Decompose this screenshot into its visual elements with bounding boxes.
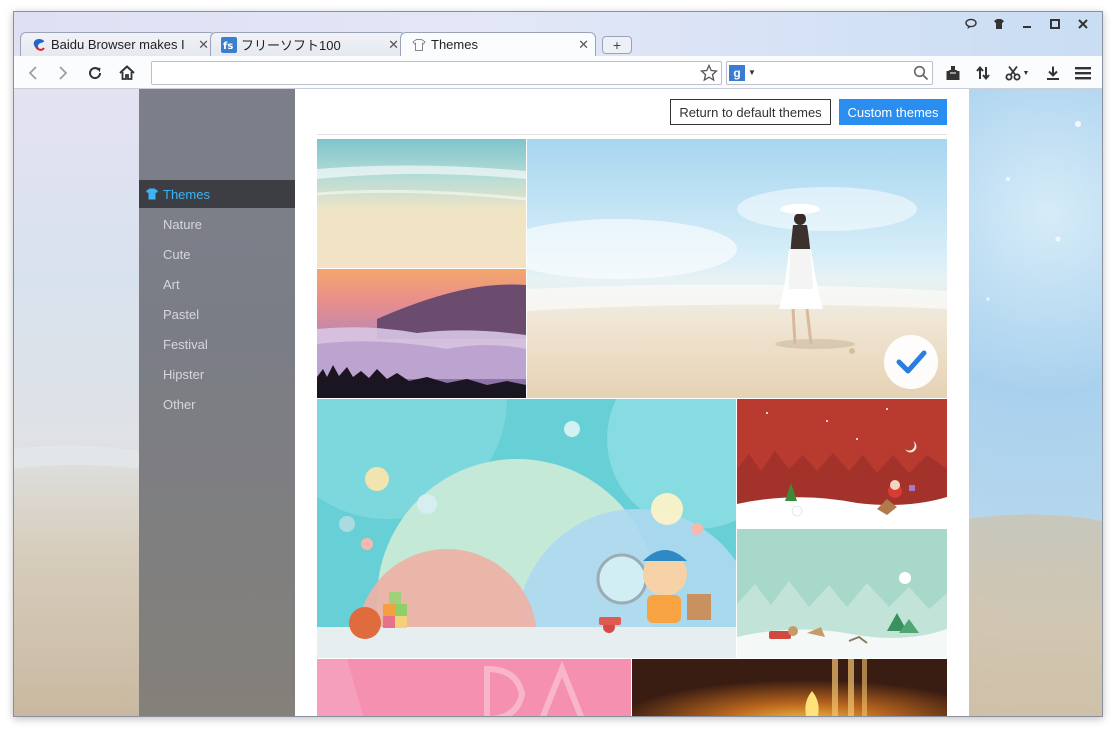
sidebar-item-label: Pastel — [163, 306, 200, 322]
forward-icon[interactable] — [52, 62, 74, 84]
fs-icon: fs — [221, 36, 237, 53]
tab-strip: Baidu Browser makes I ✕ fs フリーソフト100 ✕ T… — [20, 32, 632, 56]
theme-thumbnail-pink-love[interactable] — [317, 659, 631, 716]
tab-title: Themes — [431, 37, 478, 52]
address-bar[interactable] — [151, 61, 722, 85]
theme-thumbnail-girl-beach-selected[interactable] — [527, 139, 947, 398]
home-icon[interactable] — [116, 62, 138, 84]
sidebar-item-nature[interactable]: Nature — [139, 210, 295, 238]
download-icon[interactable] — [1042, 62, 1064, 84]
page-content: Themes Nature Cute Art Pastel Festival H… — [14, 89, 1102, 716]
reload-icon[interactable] — [84, 62, 106, 84]
sidebar-item-label: Art — [163, 276, 180, 292]
sidebar-item-art[interactable]: Art — [139, 270, 295, 298]
menu-icon[interactable] — [1072, 62, 1094, 84]
sidebar-item-label: Hipster — [163, 366, 205, 382]
minimize-icon[interactable] — [1016, 16, 1038, 32]
sidebar-item-festival[interactable]: Festival — [139, 330, 295, 358]
return-default-themes-button[interactable]: Return to default themes — [670, 99, 831, 125]
theme-thumbnail-lantern-glow[interactable] — [632, 659, 947, 716]
bookmark-star-icon[interactable] — [699, 63, 719, 82]
feedback-icon[interactable] — [960, 16, 982, 32]
theme-thumbnail-christmas-red[interactable] — [737, 399, 947, 528]
baidu-icon — [31, 37, 47, 53]
back-icon[interactable] — [22, 62, 44, 84]
toolbar: g ▼ ▼ — [14, 56, 1102, 89]
theme-background — [14, 89, 139, 716]
category-sidebar: Themes Nature Cute Art Pastel Festival H… — [139, 89, 295, 716]
themes-panel: Return to default themes Custom themes — [295, 89, 969, 716]
tab-title: Baidu Browser makes I — [51, 37, 185, 52]
search-icon[interactable] — [913, 65, 929, 84]
title-bar: Baidu Browser makes I ✕ fs フリーソフト100 ✕ T… — [14, 12, 1102, 56]
search-box[interactable]: g ▼ — [726, 61, 933, 85]
theme-thumbnail-christmas-mint[interactable] — [737, 529, 947, 658]
address-input[interactable] — [152, 62, 692, 84]
tab-themes[interactable]: Themes ✕ — [400, 32, 596, 56]
shirt-icon — [411, 37, 427, 53]
theme-thumbnail-sunset[interactable] — [317, 269, 526, 398]
theme-thumbnail-beach[interactable] — [317, 139, 526, 268]
close-tab-icon[interactable]: ✕ — [198, 37, 209, 53]
search-input[interactable] — [759, 63, 909, 83]
divider — [317, 134, 947, 135]
search-engine-icon[interactable]: g — [729, 65, 745, 81]
window-controls — [960, 16, 1094, 32]
theme-thumbnail-cute-bubbles[interactable] — [317, 399, 736, 658]
sidebar-item-hipster[interactable]: Hipster — [139, 360, 295, 388]
sidebar-item-label: Festival — [163, 336, 208, 352]
sidebar-item-themes[interactable]: Themes — [139, 180, 295, 208]
svg-text:fs: fs — [223, 41, 233, 52]
skin-icon[interactable] — [988, 16, 1010, 32]
shirt-icon — [146, 188, 158, 200]
tab-baidu[interactable]: Baidu Browser makes I ✕ — [20, 32, 216, 56]
sidebar-item-pastel[interactable]: Pastel — [139, 300, 295, 328]
sidebar-item-label: Other — [163, 396, 196, 412]
close-tab-icon[interactable]: ✕ — [388, 37, 399, 53]
custom-themes-button[interactable]: Custom themes — [839, 99, 947, 125]
close-tab-icon[interactable]: ✕ — [578, 37, 589, 53]
selected-check-icon — [884, 335, 938, 389]
sidebar-item-other[interactable]: Other — [139, 390, 295, 418]
tab-freesoft[interactable]: fs フリーソフト100 ✕ — [210, 32, 406, 56]
sidebar-item-label: Themes — [163, 186, 210, 202]
sidebar-item-label: Cute — [163, 246, 191, 262]
chevron-down-icon[interactable]: ▼ — [1020, 62, 1032, 84]
theme-background — [968, 89, 1102, 716]
sidebar-item-label: Nature — [163, 216, 203, 232]
close-window-icon[interactable] — [1072, 16, 1094, 32]
browser-window: Baidu Browser makes I ✕ fs フリーソフト100 ✕ T… — [13, 11, 1103, 717]
new-tab-button[interactable]: + — [602, 36, 632, 54]
tab-title: フリーソフト100 — [241, 38, 341, 53]
save-page-icon[interactable] — [942, 62, 964, 84]
sidebar-item-cute[interactable]: Cute — [139, 240, 295, 268]
sync-icon[interactable] — [972, 62, 994, 84]
maximize-icon[interactable] — [1044, 16, 1066, 32]
chevron-down-icon[interactable]: ▼ — [748, 68, 756, 77]
